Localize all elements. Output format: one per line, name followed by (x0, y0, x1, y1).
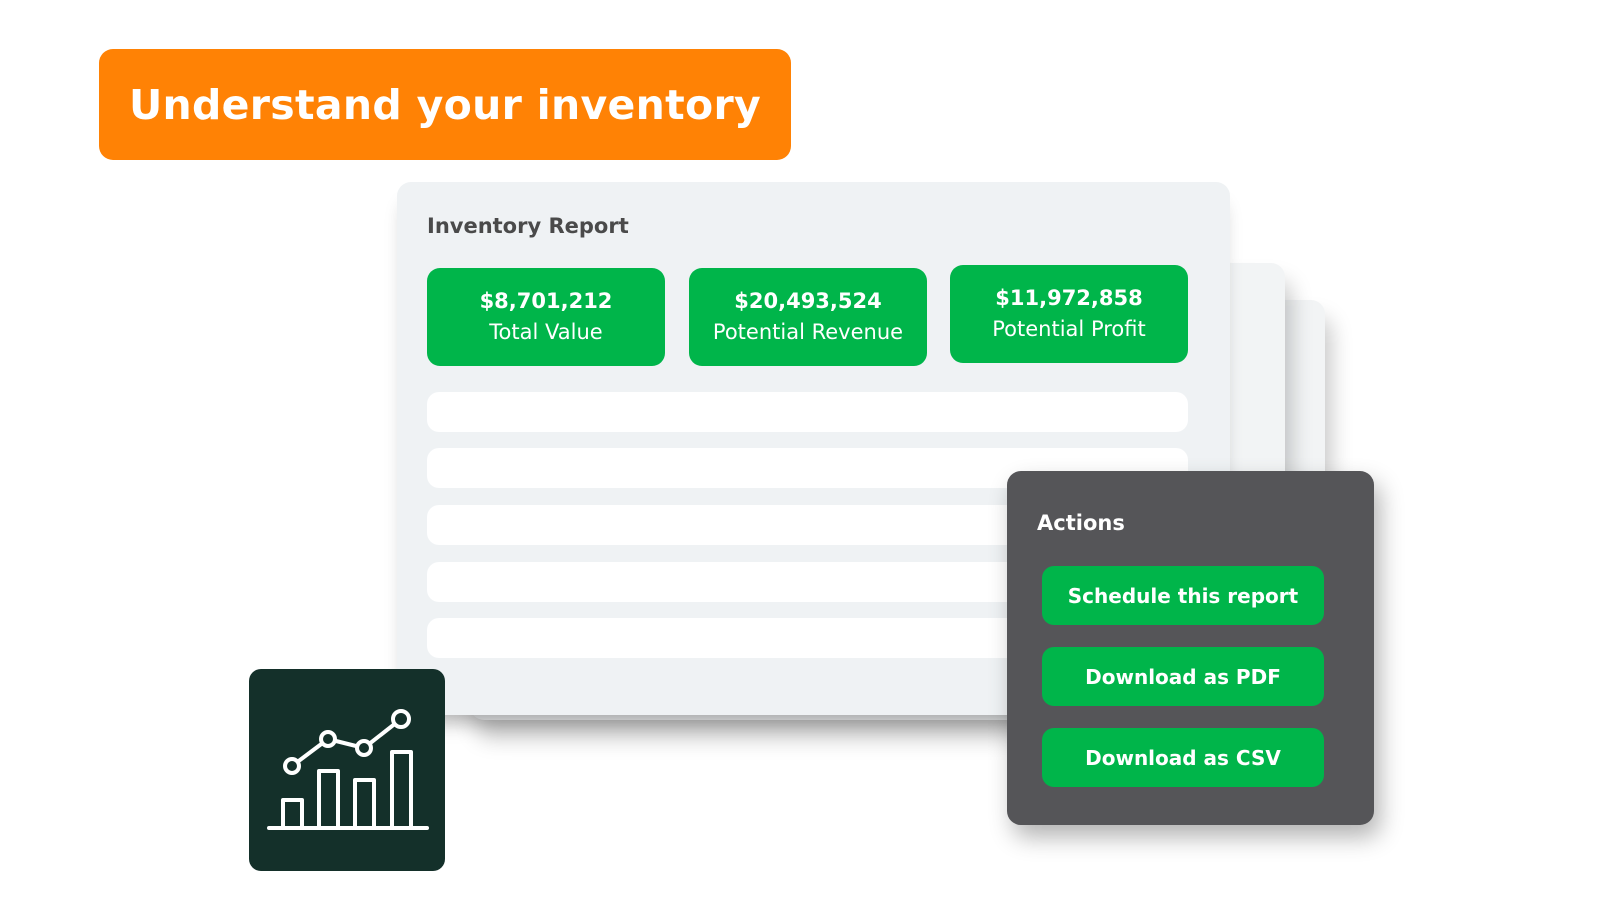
metric-potential-profit: $11,972,858 Potential Profit (950, 265, 1188, 363)
metric-value: $20,493,524 (734, 288, 882, 313)
headline-text: Understand your inventory (128, 80, 762, 129)
metric-total-value: $8,701,212 Total Value (427, 268, 665, 366)
schedule-report-button[interactable]: Schedule this report (1042, 566, 1324, 625)
metric-label: Potential Revenue (712, 320, 904, 344)
download-csv-button[interactable]: Download as CSV (1042, 728, 1324, 787)
report-title: Inventory Report (427, 214, 629, 238)
actions-panel: Actions Schedule this report Download as… (1007, 471, 1374, 825)
report-row-placeholder (427, 392, 1188, 432)
metric-potential-revenue: $20,493,524 Potential Revenue (689, 268, 927, 366)
headline-banner: Understand your inventory (99, 49, 791, 160)
actions-title: Actions (1037, 511, 1125, 535)
metric-label: Total Value (489, 320, 603, 344)
metric-label: Potential Profit (992, 317, 1146, 341)
growth-chart-icon (267, 709, 429, 830)
chart-icon-tile (249, 669, 445, 871)
metric-value: $11,972,858 (995, 285, 1143, 310)
metric-value: $8,701,212 (479, 288, 613, 313)
download-pdf-button[interactable]: Download as PDF (1042, 647, 1324, 706)
promo-stage: Understand your inventory Inventory Repo… (0, 0, 1600, 900)
